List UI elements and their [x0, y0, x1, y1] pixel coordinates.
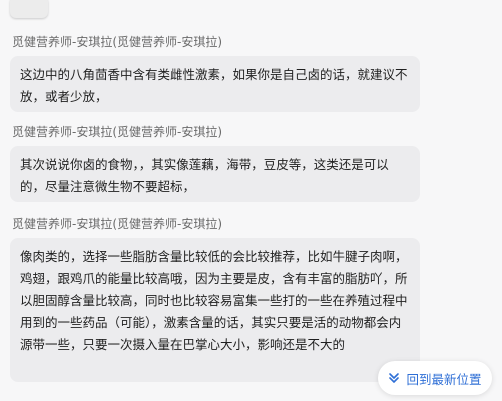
message-bubble: 其次说说你卤的食物，，其实像莲藕，海带，豆皮等，这类还是可以的，尽量注意微生物不…: [10, 146, 420, 202]
message-bubble: 这边中的八角茴香中含有类雌性激素，如果你是自己卤的话，就建议不放，或者少放，: [10, 56, 420, 112]
message-sender: 觅健营养师-安琪拉(觅健营养师-安琪拉): [12, 217, 223, 231]
chat-history[interactable]: 觅健营养师-安琪拉(觅健营养师-安琪拉) 这边中的八角茴香中含有类雌性激素，如果…: [0, 0, 502, 401]
message-sender: 觅健营养师-安琪拉(觅健营养师-安琪拉): [12, 125, 223, 139]
jump-to-latest-button[interactable]: 回到最新位置: [378, 361, 492, 395]
message-bubble: 像肉类的，选择一些脂肪含量比较低的会比较推荐，比如牛腱子肉啊，鸡翅，跟鸡爪的能量…: [10, 238, 420, 382]
double-chevron-down-icon: [388, 372, 400, 384]
jump-to-latest-label: 回到最新位置: [406, 371, 482, 387]
message-sender: 觅健营养师-安琪拉(觅健营养师-安琪拉): [12, 35, 223, 49]
